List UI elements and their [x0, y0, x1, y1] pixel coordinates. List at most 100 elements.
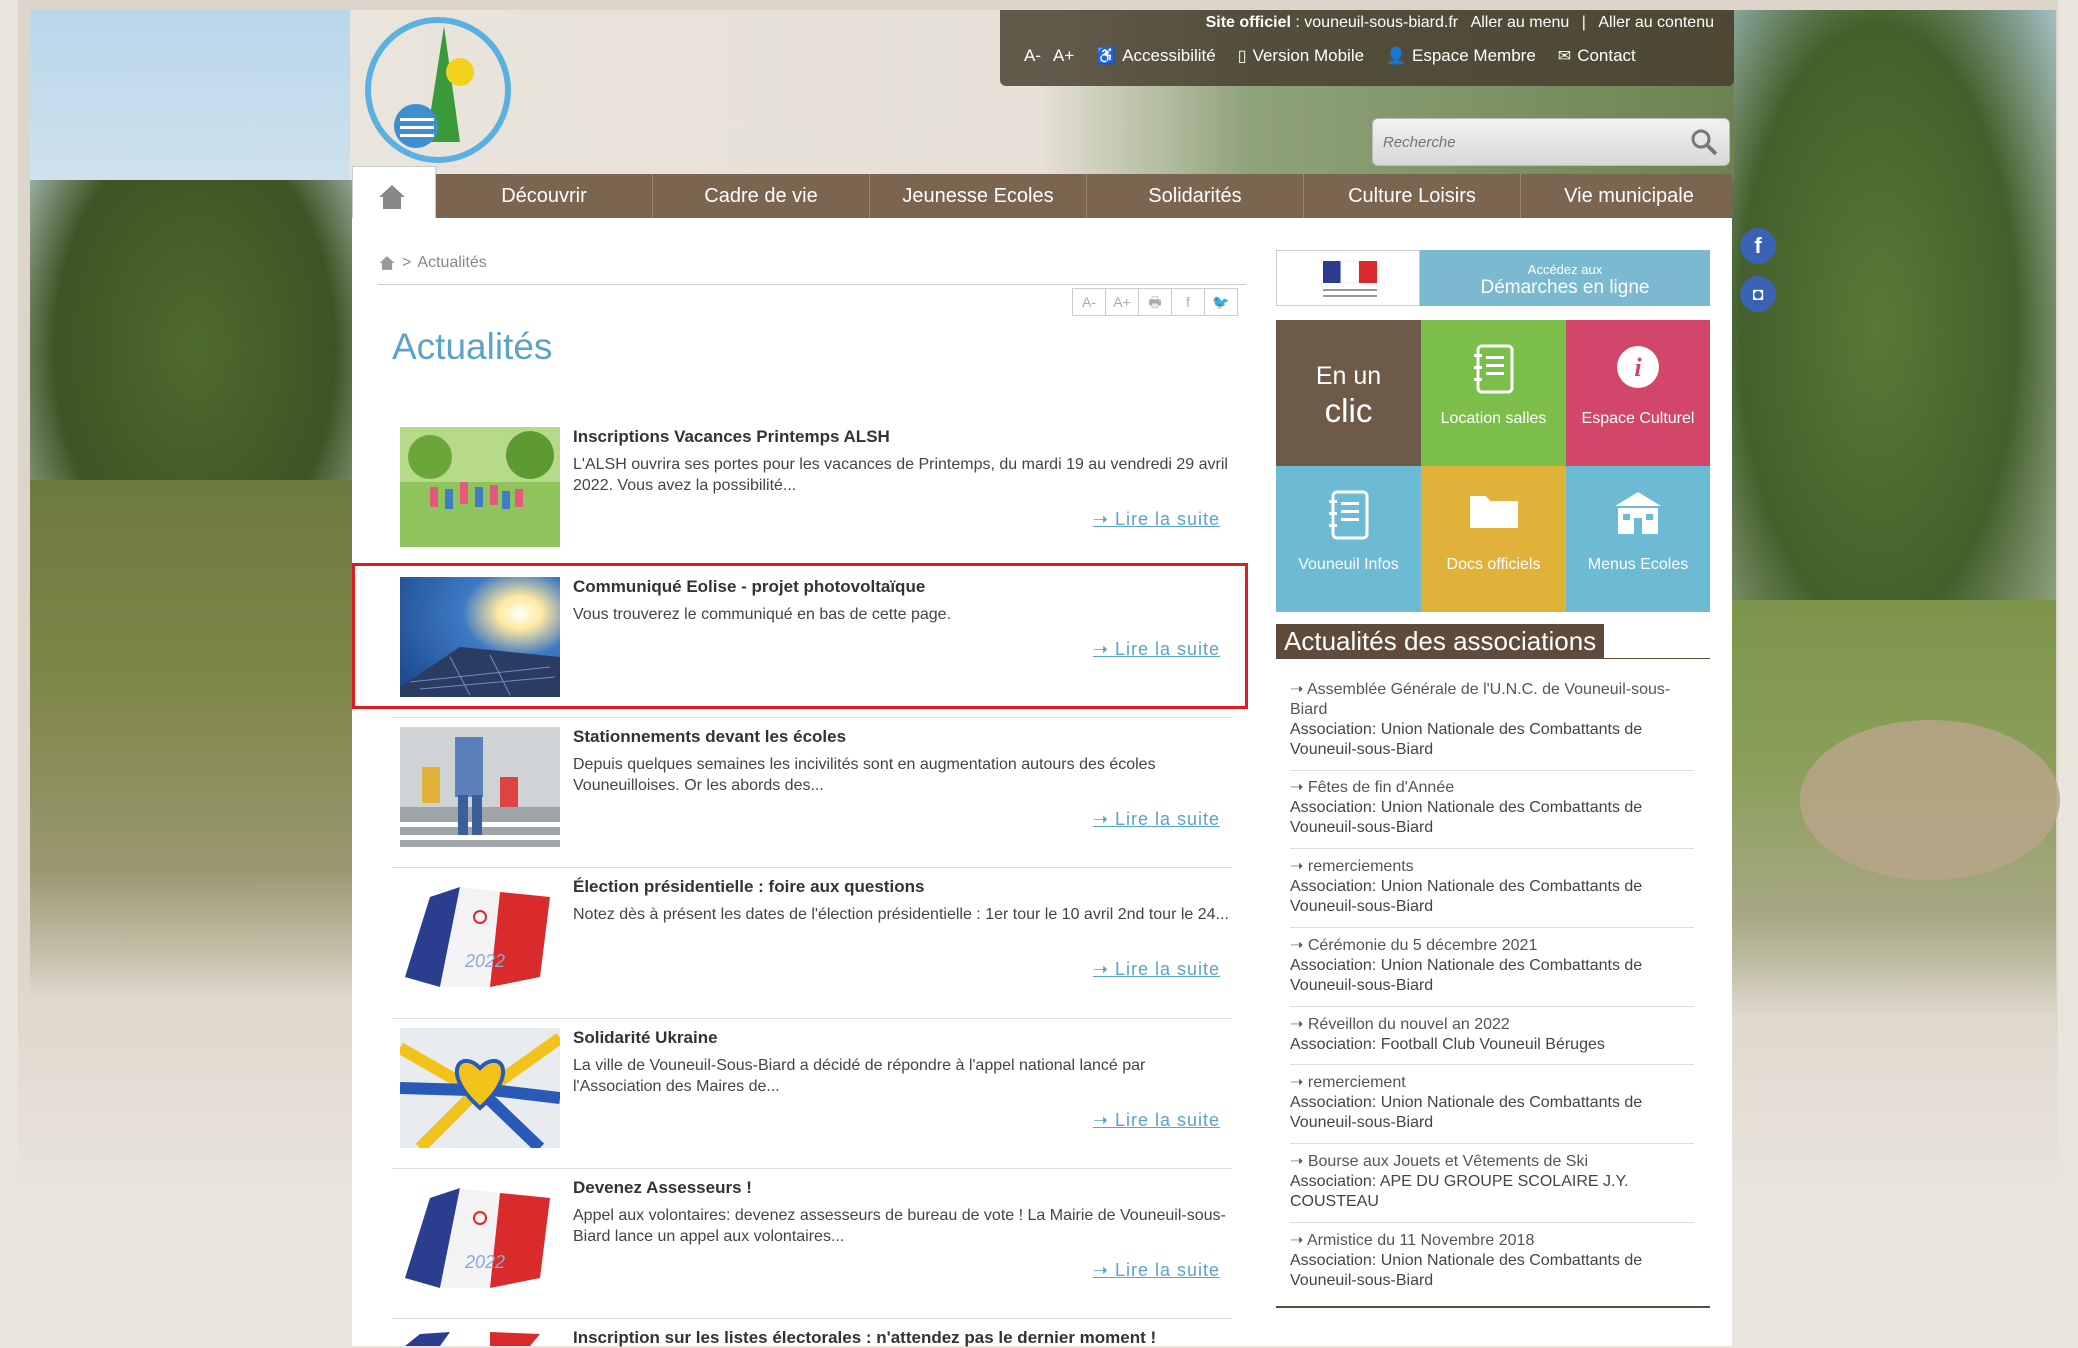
demarches-link[interactable]: Accédez aux Démarches en ligne — [1420, 250, 1710, 306]
association-news-title[interactable]: Cérémonie du 5 décembre 2021 — [1308, 937, 1537, 954]
member-label: Espace Membre — [1412, 46, 1536, 65]
article-item: Inscription sur les listes électorales :… — [392, 1318, 1232, 1348]
association-news-item[interactable]: ➝ Assemblée Générale de l'U.N.C. de Voun… — [1290, 680, 1700, 760]
svg-text:2022: 2022 — [464, 1252, 505, 1272]
utility-links: Site officiel : vouneuil-sous-biard.fr A… — [1206, 14, 1714, 32]
instagram-icon[interactable]: ◘ — [1740, 276, 1776, 312]
tile-infos-label: Vouneuil Infos — [1298, 556, 1399, 573]
tile-menus-ecoles[interactable]: Menus Ecoles — [1566, 466, 1710, 612]
association-news-title[interactable]: remerciements — [1308, 858, 1414, 875]
tile-docs-label: Docs officiels — [1446, 556, 1541, 573]
association-news-item[interactable]: ➝ remerciement Association: Union Nation… — [1290, 1073, 1700, 1133]
article-description: L'ALSH ouvrira ses portes pour les vacan… — [573, 456, 1228, 494]
read-more-label: Lire la suite — [1114, 509, 1220, 529]
facebook-icon[interactable]: f — [1740, 228, 1776, 264]
read-more-label: Lire la suite — [1114, 1110, 1220, 1130]
read-more-link[interactable]: ➝ Lire la suite — [1093, 959, 1220, 980]
font-increase-label: A+ — [1053, 46, 1075, 65]
association-news-title[interactable]: Bourse aux Jouets et Vêtements de Ski — [1308, 1153, 1588, 1170]
school-icon — [1615, 492, 1661, 534]
article-description: Depuis quelques semaines les incivilités… — [573, 756, 1156, 794]
article-divider — [392, 1168, 1232, 1169]
highlight-box — [352, 563, 1248, 709]
association-name: Association: Football Club Vouneuil Béru… — [1290, 1036, 1605, 1053]
search-icon[interactable] — [1689, 127, 1719, 157]
article-thumbnail[interactable] — [400, 727, 560, 847]
article-thumbnail[interactable] — [400, 1328, 560, 1346]
mobile-version-link[interactable]: ▯ Version Mobile — [1238, 46, 1364, 66]
text-larger-button[interactable]: A+ — [1106, 289, 1139, 315]
article-thumbnail[interactable]: 2022 — [400, 1178, 560, 1298]
quick-access-tiles: En un clic Location salles i Espace Cult… — [1276, 320, 1710, 612]
nav-item-solidarites[interactable]: Solidarités — [1087, 174, 1304, 218]
read-more-link[interactable]: ➝ Lire la suite — [1093, 809, 1220, 830]
nav-item-culture-loisirs[interactable]: Culture Loisirs — [1304, 174, 1521, 218]
breadcrumb-divider — [378, 284, 1246, 285]
association-news-item[interactable]: ➝ Cérémonie du 5 décembre 2021 Associati… — [1290, 936, 1700, 996]
print-button[interactable]: 🖶 — [1139, 289, 1172, 315]
article-thumbnail[interactable]: 2022 — [400, 877, 560, 997]
tile-location-salles[interactable]: Location salles — [1421, 320, 1566, 466]
article-thumbnail[interactable] — [400, 427, 560, 547]
search-box — [1372, 118, 1730, 166]
tile-vouneuil-infos[interactable]: Vouneuil Infos — [1276, 466, 1421, 612]
article-title[interactable]: Devenez Assesseurs ! — [573, 1178, 752, 1198]
nav-item-jeunesse-ecoles[interactable]: Jeunesse Ecoles — [870, 174, 1087, 218]
read-more-link[interactable]: ➝ Lire la suite — [1093, 1260, 1220, 1281]
association-news-item[interactable]: ➝ Armistice du 11 Novembre 2018 Associat… — [1290, 1231, 1700, 1291]
text-smaller-button[interactable]: A- — [1073, 289, 1106, 315]
font-increase-button[interactable]: A+ — [1053, 46, 1074, 66]
contact-label: Contact — [1577, 46, 1636, 65]
association-name: Association: Union Nationale des Combatt… — [1290, 1252, 1643, 1289]
skip-to-menu-link[interactable]: Aller au menu — [1471, 14, 1570, 31]
association-name: Association: Union Nationale des Combatt… — [1290, 878, 1643, 915]
tile-espace-culturel[interactable]: i Espace Culturel — [1566, 320, 1710, 466]
association-divider — [1290, 1064, 1694, 1065]
twitter-share-button[interactable]: 🐦 — [1205, 289, 1237, 315]
article-title[interactable]: Élection présidentielle : foire aux ques… — [573, 877, 924, 897]
article-divider — [392, 1018, 1232, 1019]
association-news-item[interactable]: ➝ Fêtes de fin d'Année Association: Unio… — [1290, 778, 1700, 838]
member-area-link[interactable]: 👤 Espace Membre — [1386, 46, 1536, 66]
association-news-title[interactable]: remerciement — [1308, 1074, 1406, 1091]
article-title[interactable]: Solidarité Ukraine — [573, 1028, 718, 1048]
read-more-link[interactable]: ➝ Lire la suite — [1093, 1110, 1220, 1131]
tile-docs-officiels[interactable]: Docs officiels — [1421, 466, 1566, 612]
contact-link[interactable]: ✉ Contact — [1558, 46, 1636, 66]
home-icon — [379, 185, 405, 209]
folder-icon — [1469, 496, 1518, 528]
tile-culturel-label: Espace Culturel — [1581, 410, 1695, 427]
notebook-icon — [1328, 490, 1368, 540]
association-news-title[interactable]: Armistice du 11 Novembre 2018 — [1307, 1232, 1534, 1249]
association-name: Association: Union Nationale des Combatt… — [1290, 1094, 1643, 1131]
association-news-item[interactable]: ➝ Bourse aux Jouets et Vêtements de Ski … — [1290, 1152, 1700, 1212]
home-icon[interactable] — [378, 255, 396, 271]
article-title[interactable]: Inscriptions Vacances Printemps ALSH — [573, 427, 890, 447]
demarches-banner[interactable]: Accédez aux Démarches en ligne — [1276, 250, 1710, 306]
association-news-title[interactable]: Fêtes de fin d'Année — [1308, 779, 1454, 796]
association-news-title[interactable]: Assemblée Générale de l'U.N.C. de Vouneu… — [1290, 681, 1670, 718]
font-decrease-button[interactable]: A- — [1024, 46, 1041, 66]
article-title[interactable]: Inscription sur les listes électorales :… — [573, 1328, 1156, 1348]
association-news-title[interactable]: Réveillon du nouvel an 2022 — [1308, 1016, 1510, 1033]
accessibility-label: Accessibilité — [1122, 46, 1216, 65]
nav-item-cadre-de-vie[interactable]: Cadre de vie — [653, 174, 870, 218]
read-more-label: Lire la suite — [1114, 1260, 1220, 1280]
nav-item-vie-municipale[interactable]: Vie municipale — [1521, 174, 1737, 218]
association-name: Association: APE DU GROUPE SCOLAIRE J.Y.… — [1290, 1173, 1629, 1210]
nav-item-decouvrir[interactable]: Découvrir — [436, 174, 653, 218]
page-title: Actualités — [392, 326, 553, 367]
association-news-item[interactable]: ➝ Réveillon du nouvel an 2022 Associatio… — [1290, 1015, 1700, 1055]
read-more-link[interactable]: ➝ Lire la suite — [1093, 509, 1220, 530]
facebook-share-button[interactable]: f — [1172, 289, 1205, 315]
site-logo[interactable] — [360, 12, 516, 168]
association-divider — [1290, 1143, 1694, 1144]
envelope-icon: ✉ — [1557, 48, 1572, 65]
accessibility-link[interactable]: ♿ Accessibilité — [1096, 46, 1215, 66]
search-input[interactable] — [1381, 127, 1675, 157]
skip-to-content-link[interactable]: Aller au contenu — [1598, 14, 1714, 31]
article-thumbnail[interactable] — [400, 1028, 560, 1148]
association-divider — [1290, 848, 1694, 849]
association-news-item[interactable]: ➝ remerciements Association: Union Natio… — [1290, 857, 1700, 917]
article-title[interactable]: Stationnements devant les écoles — [573, 727, 846, 747]
